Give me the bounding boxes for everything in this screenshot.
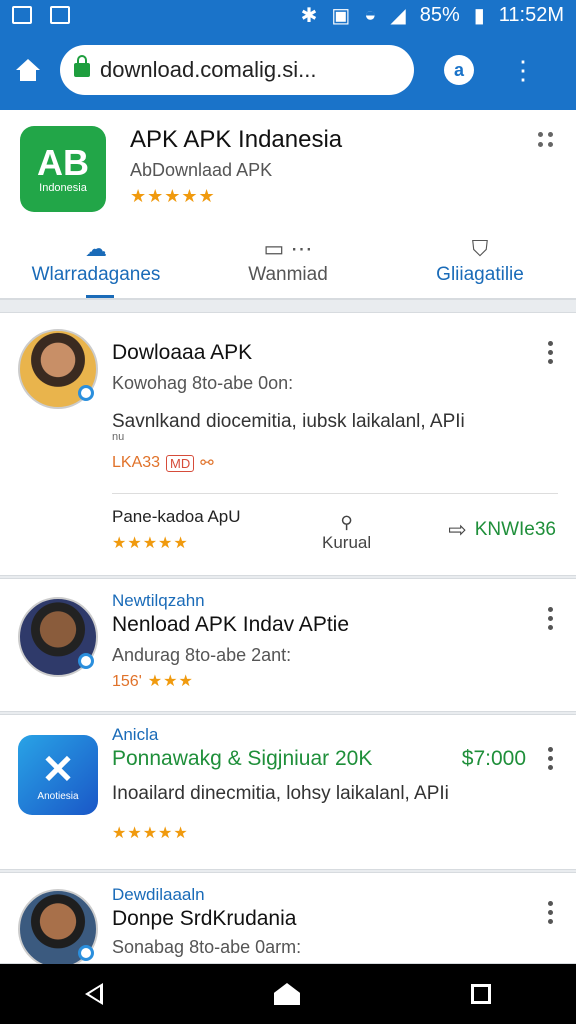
clock: 11:52M [498,3,564,26]
sim-icon: ▣ [331,4,351,27]
rating-count: 156' [112,673,142,690]
card-title: Dowloaaa APK [112,341,253,364]
list-card[interactable]: Dowloaaa APK Kowohag 8to-abe 0on: Savnlk… [0,312,576,576]
avatar [18,597,98,677]
gallery-notification-icon [50,6,70,24]
avatar [18,329,98,409]
tab-secondary[interactable]: ▭ ⋯ Wanmiad [192,226,384,296]
card-meta: Sonabag 8to-abe 0arm: [112,937,302,957]
status-bar: ✱ ▣ ◒ ◢ 85% ▮ 11:52M [0,0,576,30]
home-button-icon[interactable] [273,983,300,1005]
cloud-icon: ☁ [85,236,107,261]
app-logo-sub: Anotiesia [37,790,79,802]
app-tabs: ☁ Wlarradaganes ▭ ⋯ Wanmiad ⛉ Gliiagatil… [0,226,576,298]
card-description: Inoailard dinecmitia, lohsy laikalanl, A… [112,783,449,804]
url-bar[interactable]: download.comalig.si... [60,45,414,95]
card-category: Dewdilaaaln [112,885,205,904]
rating-stars: ★★★★★ [112,825,189,842]
badge-text: LKA33 [112,454,161,471]
app-logo: AB Indonesia [20,126,106,212]
recent-apps-icon[interactable] [470,984,491,1004]
person-icon: ⚲ [340,513,353,532]
app-grid-menu-icon[interactable] [538,132,554,148]
tab-primary[interactable]: ☁ Wlarradaganes [0,226,192,298]
app-logo-sub: Indonesia [39,182,87,194]
card-category: Anicla [112,725,159,744]
image-notification-icon [12,6,32,24]
lock-icon [74,55,90,77]
signal-icon: ◢ [390,4,406,27]
link-icon: ⚯ [200,455,214,472]
app-header: AB Indonesia APK APK Indanesia AbDownlaa… [0,110,576,300]
rating-stars: ★★★★★ [112,535,189,552]
list-card[interactable]: Dewdilaaaln Donpe SrdKrudania Sonabag 8t… [0,872,576,969]
share-link[interactable]: ⇨ KNWIe36 [448,517,556,543]
tab-tertiary[interactable]: ⛉ Gliiagatilie [384,226,576,296]
card-description-overflow: nu [112,431,125,443]
card-meta: Andurag 8to-abe 2ant: [112,645,292,665]
url-text: download.comalig.si... [100,57,317,82]
share-link-label: KNWIe36 [474,519,556,540]
card-meta: Kowohag 8to-abe 0on: [112,373,294,393]
card-title: Nenload APK Indav APtie [112,613,349,636]
verified-badge-icon [78,945,94,961]
card-divider [112,493,558,494]
card-badge: LKA33 MD ⚯ [112,453,214,473]
more-options-icon[interactable] [548,607,554,630]
bookmark-icon: ⛉ [471,236,489,261]
more-options-icon[interactable] [548,747,554,770]
tab-label: Wlarradaganes [31,264,161,285]
chat-icon: ▭ ⋯ [263,236,313,261]
tab-label: Wanmiad [248,264,328,285]
profile-action[interactable]: ⚲ Kurual [322,513,371,553]
app-rating-stars: ★★★★★ [130,186,216,207]
card-title: Donpe SrdKrudania [112,907,297,930]
account-icon[interactable]: a [444,55,474,85]
app-subtitle: AbDownlaad APK [130,160,273,180]
card-category: Newtilqzahn [112,591,205,610]
logo-mark-icon: ✕ [41,747,75,792]
list-card[interactable]: ✕ Anotiesia Anicla Ponnawakg & Sigjniuar… [0,714,576,870]
verified-badge-icon [78,385,94,401]
sub-label: Pane-kadoa ApU [112,507,241,526]
wifi-icon: ◒ [364,3,377,26]
app-rating-stars-text: ★★★★★ [130,186,216,206]
more-options-icon[interactable] [548,341,554,364]
verified-badge-icon [78,653,94,669]
app-title: APK APK Indanesia [130,126,343,153]
home-icon[interactable] [14,57,42,83]
avatar [18,889,98,969]
share-arrow-icon: ⇨ [448,517,467,542]
rating-stars: 156' ★★★ [112,673,194,690]
bluetooth-icon: ✱ [300,4,318,27]
battery-icon: ▮ [473,4,485,27]
list-card[interactable]: Newtilqzahn Nenload APK Indav APtie Andu… [0,578,576,712]
tab-label: Gliiagatilie [436,264,524,285]
badge-pill: MD [166,454,195,472]
browser-toolbar: download.comalig.si... a ⋮ [0,30,576,110]
battery-percent: 85% [419,3,460,26]
profile-action-label: Kurual [322,533,372,552]
system-nav-bar [0,964,576,1024]
app-logo: ✕ Anotiesia [18,735,98,815]
overflow-menu-icon[interactable]: ⋮ [510,57,536,83]
back-icon[interactable] [85,983,104,1005]
card-title: Ponnawakg & Sigjniuar 20K [112,747,373,770]
card-description-text: Savnlkand diocemitia, iubsk laikalanl, A… [112,411,465,432]
card-price: $7:000 [461,747,526,770]
card-description: Savnlkand diocemitia, iubsk laikalanl, A… [112,411,465,443]
app-logo-text: AB [37,142,89,183]
more-options-icon[interactable] [548,901,554,924]
